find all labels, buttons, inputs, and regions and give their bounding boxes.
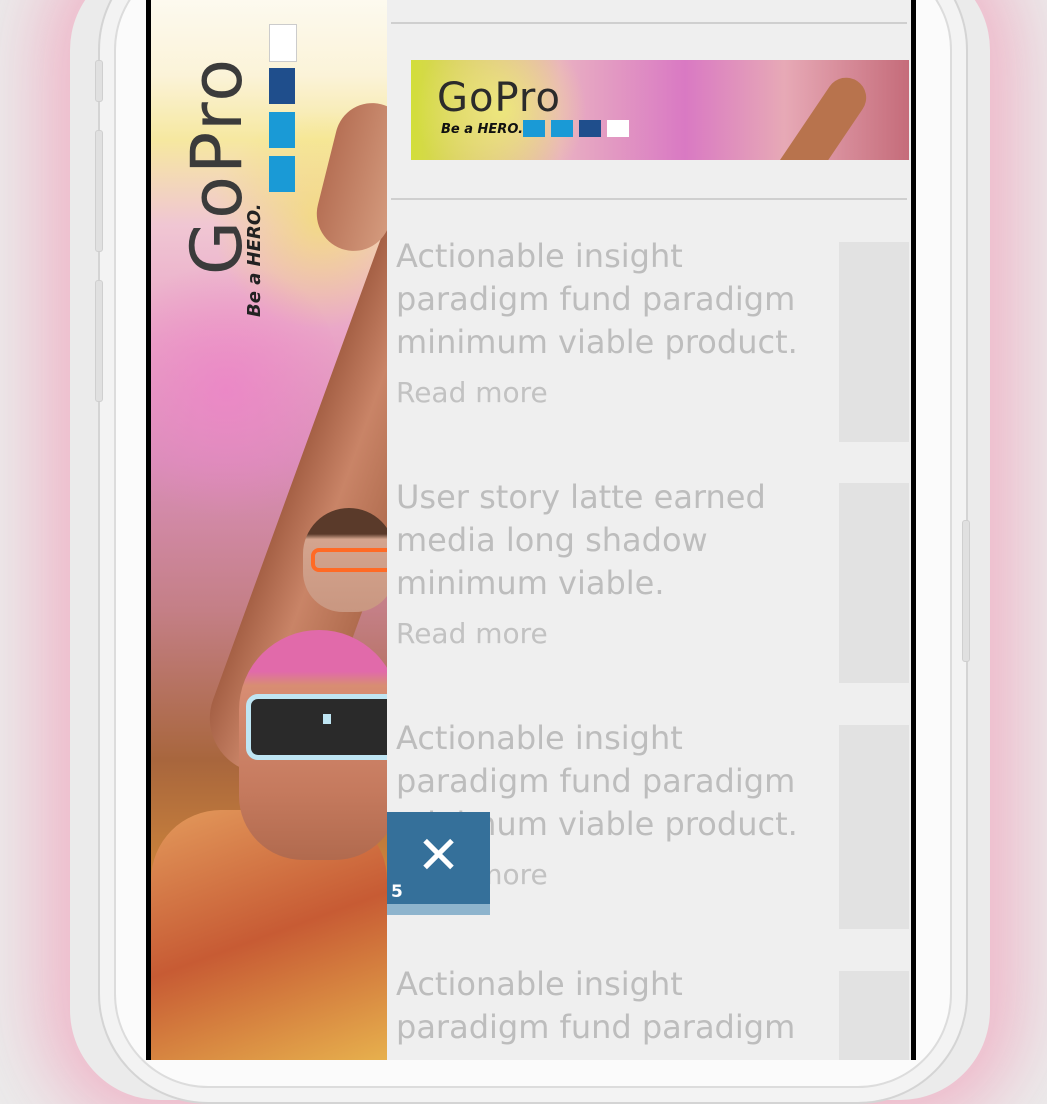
gopro-vertical-logo: GoPro Be a HERO. xyxy=(176,10,299,320)
read-more-link[interactable]: Read more xyxy=(396,617,826,650)
divider xyxy=(391,198,907,200)
read-more-link[interactable]: Read more xyxy=(396,376,826,409)
gopro-tagline: Be a HERO. xyxy=(244,203,265,317)
article-item: Actionable insight paradigm fund paradig… xyxy=(396,963,826,1049)
logo-square-navy xyxy=(579,120,601,137)
article-item: Actionable insight paradigm fund paradig… xyxy=(396,235,826,409)
gopro-wordmark: GoPro xyxy=(437,75,561,121)
logo-square-white xyxy=(607,120,629,137)
raised-arm xyxy=(768,69,874,160)
divider xyxy=(391,22,907,24)
article-title[interactable]: User story latte earned media long shado… xyxy=(396,476,826,605)
sunglasses-bridge xyxy=(323,714,331,724)
phone-power-button xyxy=(962,520,970,662)
countdown-progress-bar xyxy=(387,904,490,915)
article-thumbnail[interactable] xyxy=(839,242,909,442)
web-page: GoPro Be a HERO. GoPro Be a HERO. Action… xyxy=(151,0,911,1060)
logo-square-navy xyxy=(269,68,295,104)
side-ad[interactable]: GoPro Be a HERO. xyxy=(151,0,387,1060)
close-icon: ✕ xyxy=(416,826,461,886)
gopro-tagline: Be a HERO. xyxy=(441,122,524,137)
logo-square-blue xyxy=(523,120,545,137)
article-thumbnail[interactable] xyxy=(839,483,909,683)
article-thumbnail[interactable] xyxy=(839,725,909,929)
phone-screen: GoPro Be a HERO. GoPro Be a HERO. Action… xyxy=(146,0,916,1060)
logo-square-blue xyxy=(551,120,573,137)
orange-sunglasses xyxy=(311,548,387,572)
article-title[interactable]: Actionable insight paradigm fund paradig… xyxy=(396,963,826,1049)
logo-square-white xyxy=(269,24,297,62)
phone-volume-up xyxy=(95,130,103,252)
logo-square-blue xyxy=(269,112,295,148)
article-title[interactable]: Actionable insight paradigm fund paradig… xyxy=(396,235,826,364)
phone-volume-down xyxy=(95,280,103,402)
top-banner-ad[interactable]: GoPro Be a HERO. xyxy=(411,60,909,160)
logo-square-blue xyxy=(269,156,295,192)
countdown-timer: 5 xyxy=(391,882,403,902)
phone-side-button xyxy=(95,60,103,102)
close-ad-button[interactable]: ✕ 5 xyxy=(387,812,490,904)
sunglasses xyxy=(246,694,387,760)
article-item: User story latte earned media long shado… xyxy=(396,476,826,650)
